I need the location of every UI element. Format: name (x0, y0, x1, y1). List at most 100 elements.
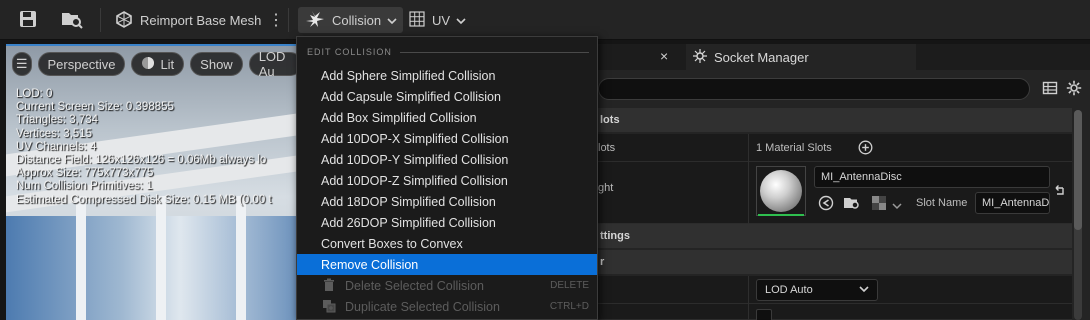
reimport-base-mesh-button[interactable]: Reimport Base Mesh (114, 7, 261, 33)
section-divider (399, 51, 589, 53)
material-asset-field[interactable]: MI_AntennaDisc (814, 166, 1050, 188)
category-settings[interactable]: ttings (596, 224, 1072, 248)
menu-item-label: Add Sphere Simplified Collision (321, 68, 496, 83)
column-splitter[interactable] (748, 276, 749, 320)
menu-item-label: Duplicate Selected Collision (345, 299, 500, 314)
property-row (596, 304, 1072, 320)
browse-asset-icon[interactable] (843, 195, 861, 214)
lod-button[interactable]: LOD Au (248, 49, 296, 79)
uv-label: UV (432, 12, 451, 28)
menu-item-duplicate-selected[interactable]: Duplicate Selected Collision CTRL+D (297, 296, 597, 317)
menu-item-add-10dop-x[interactable]: Add 10DOP-X Simplified Collision (297, 128, 597, 149)
toolbar-separator (100, 8, 101, 32)
menu-item-add-capsule[interactable]: Add Capsule Simplified Collision (297, 86, 597, 107)
lod-label: LOD Au (258, 49, 286, 79)
viewport-scene (6, 216, 296, 320)
uv-grid-icon (408, 10, 426, 31)
category-r[interactable]: r (596, 250, 1072, 274)
gear-icon[interactable] (1066, 80, 1082, 99)
category-label: lots (600, 114, 620, 126)
folder-search-icon (60, 9, 84, 32)
vertical-ellipsis-icon: ⋮ (268, 12, 284, 29)
use-selected-asset-icon[interactable] (818, 195, 834, 214)
column-splitter[interactable] (748, 134, 749, 226)
toolbar-separator (288, 8, 289, 32)
menu-section-header: EDIT COLLISION (307, 47, 589, 57)
add-material-slot-button[interactable] (858, 140, 873, 158)
menu-item-add-26dop[interactable]: Add 26DOP Simplified Collision (297, 212, 597, 233)
lit-label: Lit (160, 56, 175, 72)
lod-combo[interactable]: LOD Auto (756, 279, 878, 301)
menu-item-label: Add 10DOP-Y Simplified Collision (321, 152, 509, 167)
material-preview-sphere (760, 170, 802, 212)
lit-button[interactable]: Lit (131, 52, 185, 76)
collision-menu-button[interactable]: Collision (298, 7, 404, 33)
menu-item-label: Add 18DOP Simplified Collision (321, 194, 496, 209)
uv-menu-button[interactable]: UV (408, 7, 466, 33)
material-name: MI_AntennaDisc (821, 171, 902, 183)
chevron-down-icon (387, 13, 397, 28)
trash-icon (322, 278, 336, 295)
lod-combo-value: LOD Auto (765, 284, 813, 296)
show-button[interactable]: Show (190, 52, 243, 76)
menu-item-add-10dop-z[interactable]: Add 10DOP-Z Simplified Collision (297, 170, 597, 191)
main-toolbar: Reimport Base Mesh ⋮ Collision UV (0, 0, 1090, 40)
more-options-button[interactable]: ⋮ (268, 7, 284, 33)
save-button[interactable] (18, 7, 38, 33)
category-label: ttings (600, 230, 630, 242)
perspective-button[interactable]: Perspective (37, 52, 126, 76)
chevron-down-icon (859, 284, 869, 296)
menu-item-add-18dop[interactable]: Add 18DOP Simplified Collision (297, 191, 597, 212)
menu-item-remove-collision[interactable]: Remove Collision (297, 254, 597, 275)
menu-item-label: Add 26DOP Simplified Collision (321, 215, 496, 230)
stat-line: Current Screen Size: 0.398855 (16, 101, 174, 114)
reimport-label: Reimport Base Mesh (140, 12, 262, 28)
menu-item-label: Add 10DOP-X Simplified Collision (321, 131, 509, 146)
viewport-scene (76, 196, 86, 320)
stat-line: UV Channels: 4 (16, 140, 97, 153)
lit-sphere-icon (141, 56, 155, 73)
row-label: lots (598, 142, 616, 154)
viewport-scene (156, 196, 166, 320)
material-slots-row: lots 1 Material Slots (596, 134, 1072, 162)
collision-icon (304, 9, 326, 32)
menu-item-label: Convert Boxes to Convex (321, 236, 463, 251)
table-view-icon[interactable] (1042, 80, 1058, 99)
menu-item-add-sphere[interactable]: Add Sphere Simplified Collision (297, 65, 597, 86)
viewport-stats: LOD: 0 Current Screen Size: 0.398855 Tri… (16, 88, 272, 207)
checkerboard-icon[interactable] (872, 196, 886, 213)
collision-label: Collision (332, 12, 382, 28)
close-tab-button[interactable]: × (660, 48, 668, 64)
stat-line: Num Collision Primitives: 1 (16, 180, 153, 193)
stat-line: Triangles: 3,734 (16, 114, 99, 127)
material-slots-count: 1 Material Slots (756, 142, 832, 154)
category-material-slots[interactable]: lots (596, 108, 1072, 132)
chevron-down-icon[interactable] (892, 198, 902, 213)
socket-icon (692, 48, 708, 67)
menu-item-label: Add Box Simplified Collision (321, 110, 477, 125)
menu-item-label: Delete Selected Collision (345, 278, 484, 293)
viewport-options-button[interactable]: ☰ (12, 52, 32, 76)
reset-to-default-icon[interactable] (1052, 184, 1066, 201)
menu-item-add-box[interactable]: Add Box Simplified Collision (297, 107, 597, 128)
mesh-viewport[interactable]: ☰ Perspective Lit Show LOD Au LOD: 0 Cur… (6, 44, 296, 320)
stat-line: Approx Size: 775x773x775 (16, 167, 154, 180)
tab-socket-manager[interactable]: Socket Manager (686, 44, 916, 70)
menu-item-add-10dop-y[interactable]: Add 10DOP-Y Simplified Collision (297, 149, 597, 170)
slot-name-input[interactable]: MI_AntennaD (975, 192, 1050, 214)
scrollbar-thumb[interactable] (1074, 110, 1082, 230)
property-checkbox[interactable] (756, 309, 772, 320)
reimport-icon (114, 10, 134, 31)
stat-line: LOD: 0 (16, 88, 53, 100)
details-search-input[interactable] (598, 78, 1030, 100)
shortcut-label: DELETE (550, 280, 589, 291)
material-thumbnail-underline (758, 214, 804, 216)
shortcut-label: CTRL+D (549, 301, 589, 312)
menu-item-delete-selected[interactable]: Delete Selected Collision DELETE (297, 275, 597, 296)
slot-name-label: Slot Name (916, 197, 968, 209)
details-scrollbar[interactable] (1074, 110, 1082, 320)
menu-item-convert-boxes[interactable]: Convert Boxes to Convex (297, 233, 597, 254)
slot-name-value: MI_AntennaD (982, 197, 1050, 209)
browse-asset-button[interactable] (60, 7, 84, 33)
menu-item-label: Remove Collision (321, 257, 419, 272)
